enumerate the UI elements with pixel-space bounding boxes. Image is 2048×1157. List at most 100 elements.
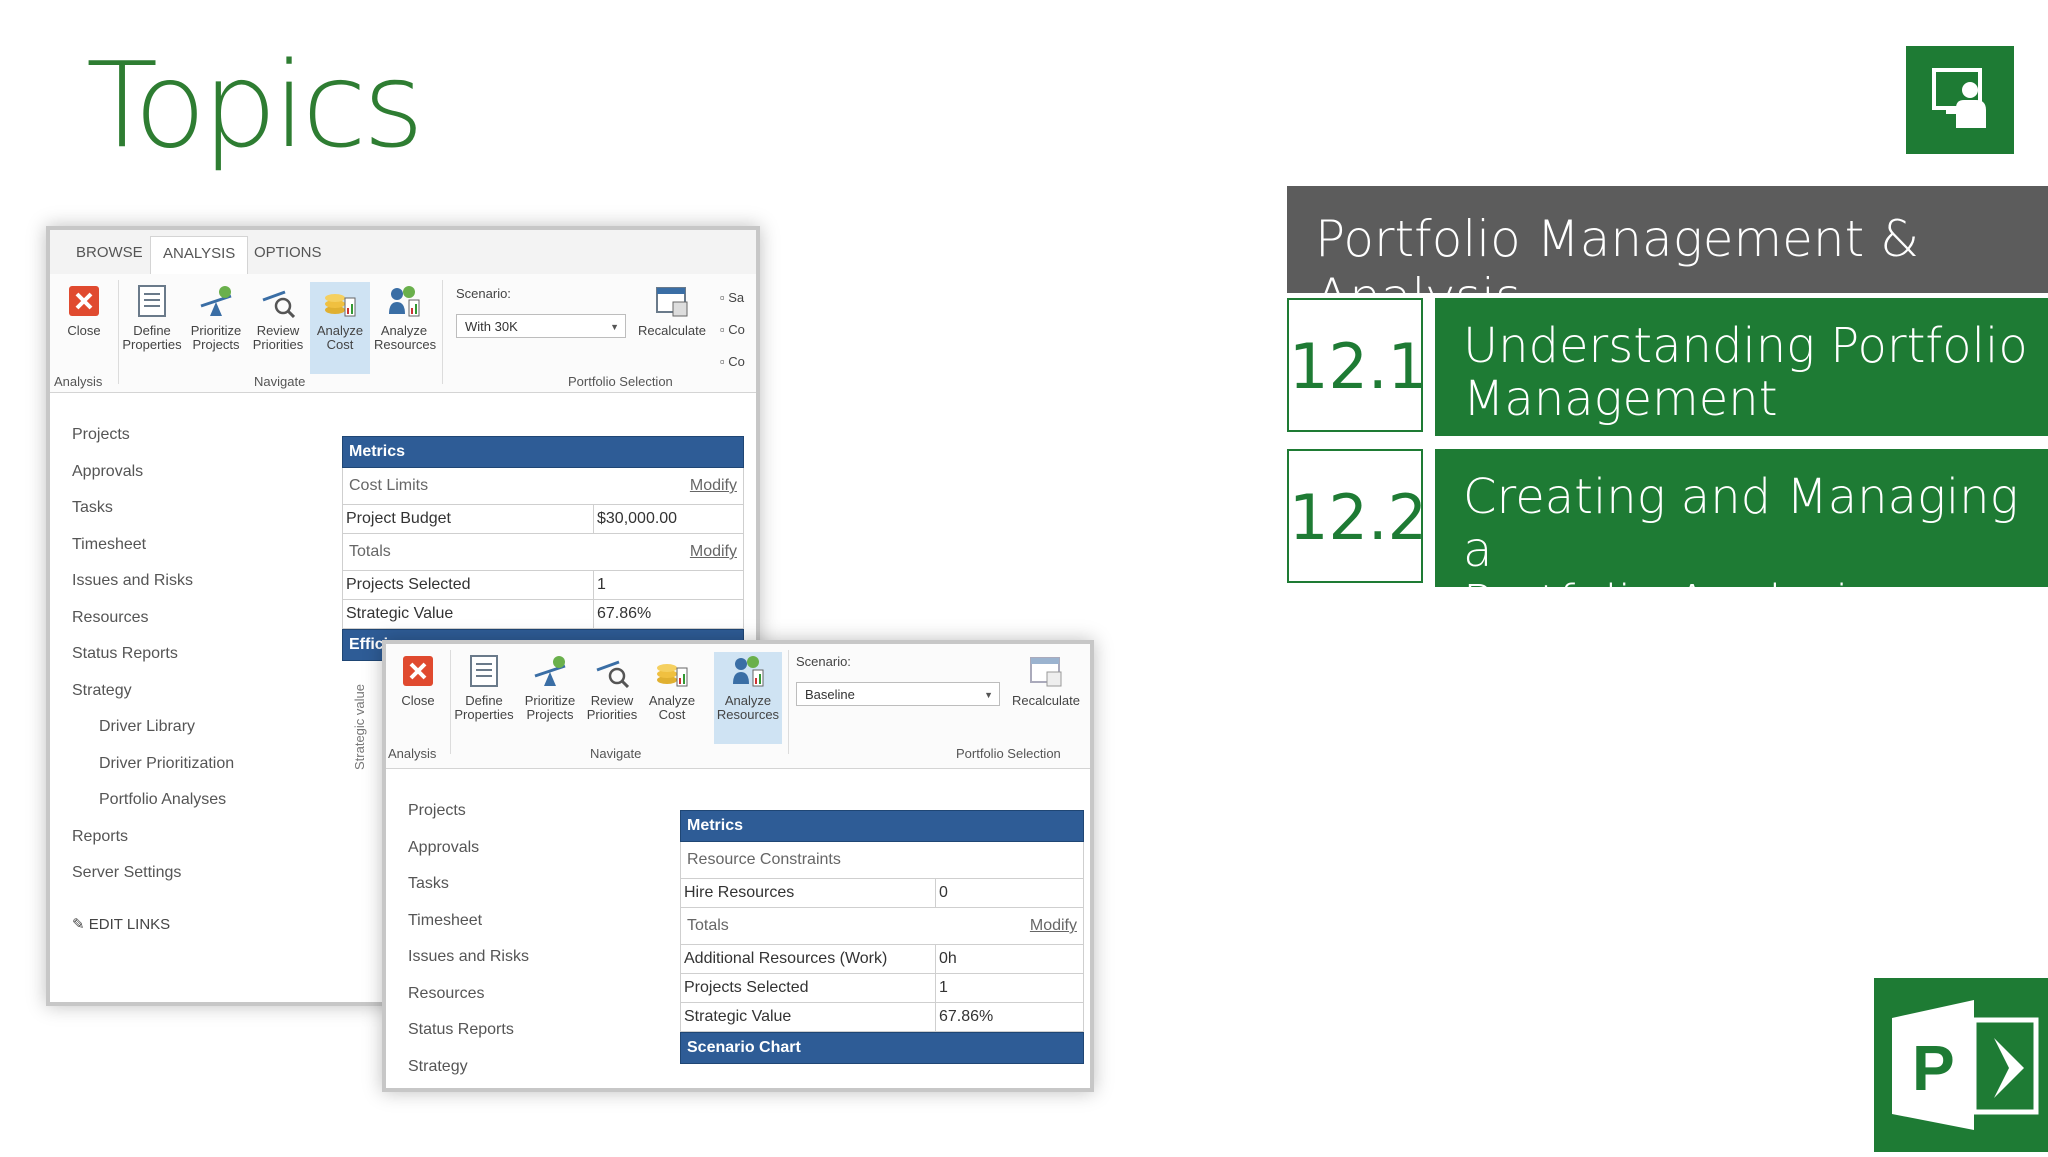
nav-item[interactable]: Timesheet [408,912,529,949]
totals-row: Totals Modify [680,908,1084,945]
prioritize-projects-button[interactable]: Prioritize Projects [186,282,246,352]
divider [450,650,451,754]
analyze-resources-button[interactable]: Analyze Resources [374,282,437,352]
tab-options[interactable]: OPTIONS [254,244,322,261]
nav-item[interactable]: Issues and Risks [72,572,234,609]
nav-item[interactable]: Resources [72,609,234,646]
nav-item[interactable]: Issues and Risks [408,948,529,985]
button-label: Resources [716,707,780,722]
button-label: Cost [326,337,354,352]
prioritize-icon [533,654,567,688]
nav-item[interactable]: Status Reports [72,645,234,682]
button-label: Properties [454,707,514,722]
nav-item[interactable]: Strategy [408,1058,529,1089]
define-properties-button[interactable]: Define Properties [122,282,182,352]
metrics-header: Metrics [342,436,744,468]
scenario-select[interactable]: With 30K ▼ [456,314,626,338]
dropdown-arrow-icon: ▼ [610,322,619,332]
prioritize-projects-button[interactable]: Prioritize Projects [520,652,580,722]
button-label: Projects [192,337,240,352]
button-label: Analyze [724,693,772,708]
button-label: Analyze [648,693,696,708]
tab-browse[interactable]: BROWSE [76,244,143,261]
nav-subitem[interactable]: Portfolio Analyses [72,791,234,828]
analyze-cost-button[interactable]: Analyze Cost [310,282,370,374]
nav-item[interactable]: Projects [72,426,234,463]
nav-item[interactable]: Reports [72,828,234,865]
nav-item[interactable]: Resources [408,985,529,1022]
presenter-icon [1906,46,2014,154]
topic-number-1: 12.1 [1287,298,1427,432]
divider [442,280,443,384]
row-value[interactable]: 0 [935,879,948,907]
nav-item[interactable]: Approvals [72,463,234,500]
front-window-screenshot: Close Define Properties Prioritize Proje… [382,640,1094,1092]
topic-number-2: 12.2 [1287,449,1427,583]
review-priorities-button[interactable]: Review Priorities [248,282,308,352]
button-label: Recalculate [638,323,706,338]
nav-subitem[interactable]: Driver Prioritization [72,755,234,792]
ribbon: Close Define Properties Prioritize Proje… [50,274,756,393]
topic-label-line: Management [1463,371,1778,427]
topic-label-line: Portfolio Analysis [1463,575,1874,631]
left-nav: Projects Approvals Tasks Timesheet Issue… [408,802,529,1089]
modify-link[interactable]: Modify [690,468,737,504]
button-label: Recalculate [1012,693,1080,708]
close-button[interactable]: Close [54,282,114,338]
define-properties-button[interactable]: Define Properties [454,652,514,722]
row-label: Totals [349,543,391,560]
tab-analysis[interactable]: ANALYSIS [150,236,249,274]
table-row: Strategic Value 67.86% [342,600,744,629]
nav-subitem[interactable]: Driver Library [72,718,234,755]
review-priorities-button[interactable]: Review Priorities [582,652,642,722]
row-value: 0h [935,945,957,973]
axis-label: Strategic value [352,684,367,770]
group-label-navigate: Navigate [254,374,306,389]
close-button[interactable]: Close [388,652,448,708]
metrics-table: Metrics Resource Constraints Hire Resour… [680,810,1084,1064]
button-label: Properties [122,337,182,352]
button-label: Cost [658,707,686,722]
recalculate-button[interactable]: Recalculate [1006,652,1086,708]
scenario-select[interactable]: Baseline ▼ [796,682,1000,706]
analyze-cost-button[interactable]: Analyze Cost [642,652,702,722]
button-label: Projects [526,707,574,722]
review-icon [595,654,630,689]
scenario-chart-header: Scenario Chart [680,1032,1084,1064]
section-banner: Portfolio Management & Analysis [1287,186,2048,326]
analyze-resources-button[interactable]: Analyze Resources [714,652,782,744]
nav-item[interactable]: Timesheet [72,536,234,573]
nav-item[interactable]: Projects [408,802,529,839]
button-label: Resources [374,337,437,352]
left-nav: Projects Approvals Tasks Timesheet Issue… [72,426,234,951]
nav-item[interactable]: Strategy [72,682,234,719]
nav-item[interactable]: Server Settings [72,864,234,901]
nav-item[interactable]: Tasks [408,875,529,912]
table-row: Project Budget $30,000.00 [342,505,744,534]
row-value: 67.86% [593,600,651,628]
modify-link[interactable]: Modify [1030,908,1077,944]
group-label-navigate: Navigate [590,746,642,761]
clipped-button[interactable]: ▫ Co [720,314,745,346]
edit-links-button[interactable]: ✎ EDIT LINKS [72,915,234,952]
button-label: Define [133,323,171,338]
topic-label-1[interactable]: Understanding Portfolio Management [1435,298,2048,436]
recalculate-button[interactable]: Recalculate [632,282,712,338]
scenario-value: With 30K [465,319,518,334]
modify-link[interactable]: Modify [690,534,737,570]
row-value[interactable]: $30,000.00 [593,505,677,533]
clipped-button[interactable]: ▫ Co [720,346,745,378]
clipped-label: Co [728,354,745,369]
button-label: Analyze [380,323,428,338]
topic-label-2[interactable]: Creating and Managing a Portfolio Analys… [1435,449,2048,630]
clipped-button[interactable]: ▫ Sa [720,282,745,314]
scenario-value: Baseline [805,687,855,702]
nav-item[interactable]: Tasks [72,499,234,536]
nav-item[interactable]: Approvals [408,839,529,876]
row-label: Resource Constraints [687,851,841,868]
group-label-portfolio-selection: Portfolio Selection [568,374,673,389]
people-chart-icon [731,654,765,688]
totals-row: Totals Modify [342,534,744,571]
scenario-label: Scenario: [456,286,511,301]
nav-item[interactable]: Status Reports [408,1021,529,1058]
